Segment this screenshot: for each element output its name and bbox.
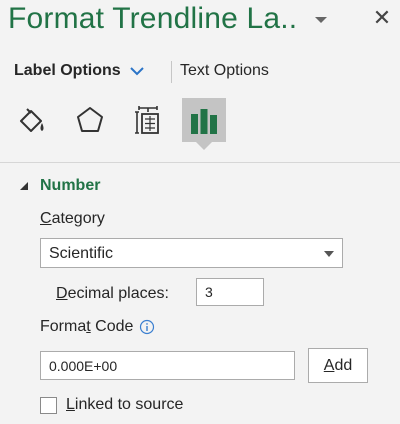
section-separator [0,162,400,163]
category-label-text: ategory [51,210,105,227]
format-code-label-text: Format Code [40,318,133,336]
linked-to-source-label: Linked to source [66,396,183,414]
category-dropdown[interactable]: Scientific [40,238,343,268]
size-properties-icon [135,106,159,134]
format-code-label-before: Forma [40,318,87,335]
fill-line-button[interactable] [10,98,54,142]
checkbox-box[interactable] [40,396,57,414]
tab-label-options-text: Label Options [14,62,121,79]
decimal-places-label: Decimal places: [56,285,169,303]
triangle-down-icon [315,17,327,23]
decimal-places-input[interactable]: 3 [196,278,264,306]
format-code-label-after: Code [90,318,134,335]
close-button[interactable]: ✕ [370,6,394,30]
label-options-button[interactable] [182,98,226,142]
fill-line-icon [20,108,44,132]
add-button-accesskey: A [323,357,335,374]
active-tab-pointer [196,142,212,150]
pane-title: Format Trendline La.. [8,2,298,35]
number-section-title: Number [40,177,101,194]
add-button[interactable]: Add [308,348,368,383]
add-button-text: dd [334,357,353,374]
format-code-label: Format Code [40,318,155,336]
info-icon[interactable] [139,319,155,335]
category-label: Category [40,210,105,228]
tab-text-options[interactable]: Text Options [180,62,269,80]
decimal-label-accesskey: D [56,285,68,302]
effects-icon [77,107,103,132]
linked-label-accesskey: L [66,396,75,413]
linked-label-text: inked to source [74,396,184,413]
tab-divider [171,61,172,83]
effects-button[interactable] [68,98,112,142]
label-options-icon [191,109,217,134]
decimal-places-value: 3 [205,284,213,300]
decimal-label-text: ecimal places: [67,285,169,302]
linked-to-source-checkbox[interactable]: Linked to source [40,396,183,414]
format-code-value: 0.000E+00 [49,358,118,374]
format-code-input[interactable]: 0.000E+00 [40,351,295,380]
size-properties-button[interactable] [126,98,170,142]
pane-options-dropdown[interactable] [311,10,331,30]
collapse-triangle-icon [20,182,28,190]
tab-label-options[interactable]: Label Options [14,62,145,80]
chevron-down-icon [129,67,144,76]
number-section-header[interactable]: Number [18,177,100,195]
category-selected-value: Scientific [49,245,114,262]
dropdown-arrow-icon [324,251,334,257]
category-label-accesskey: C [40,210,52,227]
